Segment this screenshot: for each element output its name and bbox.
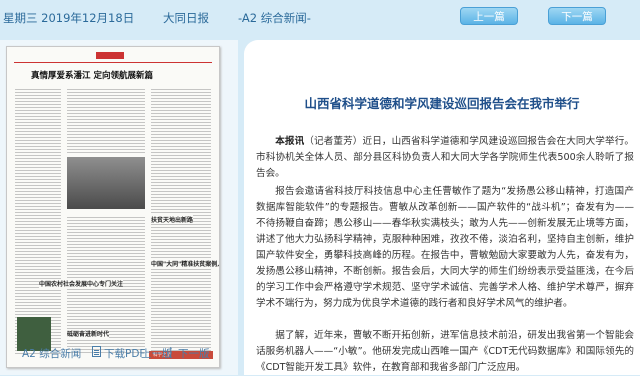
article-paragraph-text: （记者董芳）近日，山西省科学道德和学风建设巡回报告会在大同大学举行。市科协机关全… <box>256 136 635 179</box>
article-paragraph: 据了解，近年来，曹敏不断开拓创新，进军信息技术前沿，研发出我省第一个智能会话服务… <box>256 330 634 373</box>
download-pdf-link[interactable]: 下载PDF <box>104 346 145 361</box>
thumbnail-text-column <box>15 87 61 355</box>
pdf-document-icon <box>92 346 101 357</box>
next-page-link[interactable]: 下一版 <box>178 346 210 361</box>
page-thumbnail[interactable]: 真情厚爱系潘江 定向领航展新篇 扶贫天地出新路 中国"大同"精准扶贫案例入选 中… <box>6 46 220 368</box>
top-bar: 星期三 2019年12月18日 大同日报 -A2 综合新闻- 上一篇 下一篇 <box>0 0 640 34</box>
page-caption[interactable]: A2 综合新闻 <box>22 346 81 361</box>
article-paragraph: 报告会邀请省科技厅科技信息中心主任曹敏作了题为“发扬愚公移山精神，打造国产数据库… <box>256 186 634 309</box>
edition-label: -A2 综合新闻- <box>238 11 311 25</box>
thumbnail-headline: 真情厚爱系潘江 定向领航展新篇 <box>31 71 153 81</box>
thumbnail-subheading: 中国"大同"精准扶贫案例入选 <box>151 259 219 268</box>
thumbnail-subheading: 砥砺奋进新时代 <box>67 329 110 338</box>
link-separator: | <box>169 346 173 358</box>
prev-article-button[interactable]: 上一篇 <box>460 7 518 25</box>
article-lead: 本报讯 <box>275 136 305 147</box>
thumbnail-text-column <box>67 87 145 153</box>
newspaper-name: 大同日报 <box>163 11 209 25</box>
thumbnail-photo <box>67 157 145 209</box>
prev-page-link[interactable]: 上一版 <box>141 346 173 361</box>
page-thumbnail-panel: 真情厚爱系潘江 定向领航展新篇 扶贫天地出新路 中国"大同"精准扶贫案例入选 中… <box>0 40 238 375</box>
article-paragraph: 本报讯（记者董芳）近日，山西省科学道德和学风建设巡回报告会在大同大学举行。市科协… <box>256 134 634 182</box>
issue-date: 星期三 2019年12月18日 <box>3 11 135 25</box>
next-article-button[interactable]: 下一篇 <box>548 7 606 25</box>
thumbnail-subheading: 中国农村社会发展中心专门关注 <box>39 279 124 288</box>
thumbnail-subheading: 扶贫天地出新路 <box>151 215 194 224</box>
article-panel: 山西省科学道德和学风建设巡回报告会在我市举行 本报讯（记者董芳）近日，山西省科学… <box>244 40 640 375</box>
article-title: 山西省科学道德和学风建设巡回报告会在我市举行 <box>304 96 580 111</box>
thumbnail-header <box>14 52 212 63</box>
